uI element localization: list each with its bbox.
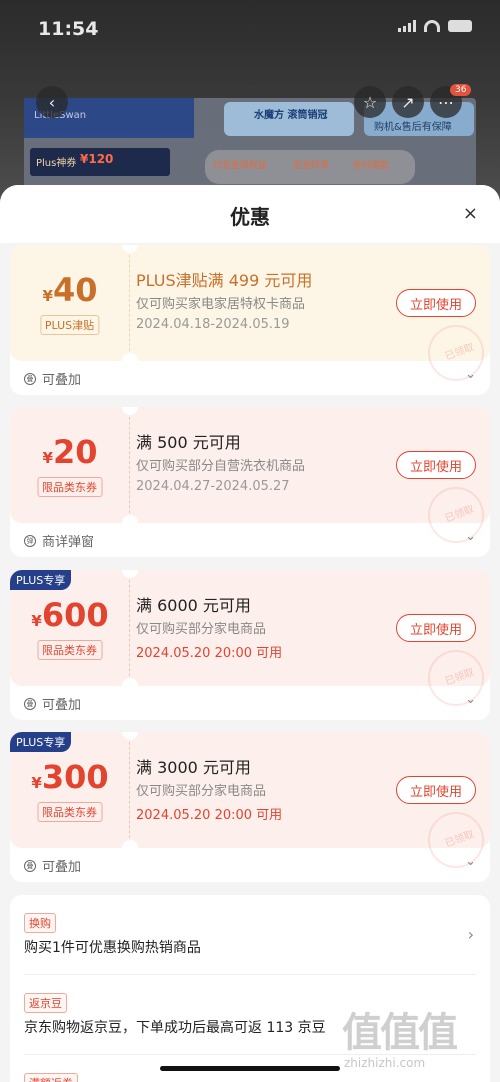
coupon-validity: 2024.04.27-2024.05.27 [136, 479, 290, 494]
coupon-value-area: ¥20 限品类东券 [10, 407, 130, 523]
chevron-right-icon: › [467, 925, 474, 944]
promo-description: 京东购物返京豆，下单成功后最高可返 113 京豆 [24, 1020, 326, 1036]
coupon-amount: ¥300 [31, 758, 109, 796]
stackable-icon: 叠 [24, 698, 36, 710]
promo-chip: 水魔方 滚筒销冠 [224, 102, 354, 136]
plus-exclusive-badge: PLUS专享 [10, 732, 72, 752]
promo-tag: 换购 [24, 913, 56, 933]
use-now-button[interactable]: 立即使用 [396, 614, 476, 642]
watermark-logo: 值值值 [342, 1010, 458, 1056]
status-icons [398, 20, 472, 32]
coupon-body: ¥40 PLUS津贴 PLUS津贴满 499 元可用 仅可购买家电家居特权卡商品… [10, 245, 490, 381]
promotions-sheet: 优惠 × ¥40 PLUS津贴 PLUS津贴满 499 元可用 仅可购买家电家居… [0, 185, 500, 1082]
coupon-body: ¥600 限品类东券 PLUS专享 满 6000 元可用 仅可购买部分家电商品 … [10, 570, 490, 706]
wifi-icon [424, 20, 440, 32]
watermark-url: zhizhizhi.com [344, 1056, 426, 1070]
sheet-title: 优惠 [230, 205, 270, 229]
home-indicator[interactable] [160, 1066, 340, 1071]
signal-icon [398, 20, 416, 32]
coupon-footer[interactable]: 叠 可叠加 ⌄ [10, 848, 490, 882]
coupon-validity: 2024.05.20 20:00 可用 [136, 646, 283, 661]
coupon-type-tag: 限品类东券 [37, 802, 102, 822]
coupon-body: ¥20 限品类东券 满 500 元可用 仅可购买部分自营洗衣机商品 2024.0… [10, 407, 490, 543]
chevron-left-icon: ‹ [48, 92, 56, 112]
coupon-footer[interactable]: 叠 可叠加 ⌄ [10, 686, 490, 720]
coupon-validity: 2024.05.20 20:00 可用 [136, 808, 283, 823]
close-button[interactable]: × [463, 203, 478, 224]
coupon-amount: ¥40 [42, 271, 98, 309]
coupon-body: ¥300 限品类东券 PLUS专享 满 3000 元可用 仅可购买部分家电商品 … [10, 732, 490, 868]
stackable-icon: 叠 [24, 373, 36, 385]
use-now-button[interactable]: 立即使用 [396, 289, 476, 317]
coupon-footer-label: 可叠加 [42, 698, 82, 713]
chevron-down-icon: ⌄ [465, 854, 476, 869]
coupon-scope: 仅可购买家电家居特权卡商品 [136, 297, 306, 312]
coupon-title: PLUS津贴满 499 元可用 [136, 271, 313, 290]
coupon-footer-label: 可叠加 [42, 373, 82, 388]
share-button[interactable]: ↗ [392, 86, 424, 118]
use-now-button[interactable]: 立即使用 [396, 451, 476, 479]
presale-timeline: 付定金锁权益 定金结束 抢付尾款 [205, 150, 415, 184]
promo-row-trade-in[interactable]: 换购 购买1件可优惠换购热销商品 › [10, 895, 490, 975]
coupon-amount: ¥20 [42, 433, 98, 471]
coupon-footer-label: 商详弹窗 [42, 535, 95, 550]
coupon-title: 满 6000 元可用 [136, 596, 251, 615]
chevron-down-icon: ⌄ [465, 692, 476, 707]
coupon-scope: 仅可购买部分家电商品 [136, 784, 267, 799]
coupon-card: ¥40 PLUS津贴 PLUS津贴满 499 元可用 仅可购买家电家居特权卡商品… [10, 245, 490, 395]
coupon-card: ¥600 限品类东券 PLUS专享 满 6000 元可用 仅可购买部分家电商品 … [10, 570, 490, 720]
coupon-type-tag: 限品类东券 [37, 477, 102, 497]
coupon-title: 满 500 元可用 [136, 433, 241, 452]
back-button[interactable]: ‹ [36, 86, 68, 118]
coupon-card: ¥20 限品类东券 满 500 元可用 仅可购买部分自营洗衣机商品 2024.0… [10, 407, 490, 557]
favorite-button[interactable]: ☆ [354, 86, 386, 118]
sheet-header: 优惠 × [0, 185, 500, 243]
coupon-type-tag: 限品类东券 [37, 640, 102, 660]
coupon-scope: 仅可购买部分自营洗衣机商品 [136, 459, 306, 474]
coupon-type-tag: PLUS津贴 [39, 315, 100, 335]
coupon-title: 满 3000 元可用 [136, 758, 251, 777]
plus-coupon-strip: Plus神券 ¥120 [30, 148, 170, 176]
status-time: 11:54 [38, 18, 99, 40]
chevron-down-icon: ⌄ [465, 529, 476, 544]
promo-tag: 满额返券 [24, 1073, 78, 1082]
coupon-value-area: ¥40 PLUS津贴 [10, 245, 130, 361]
star-icon: ☆ [362, 92, 378, 112]
watermark: 值值值 zhizhizhi.com [342, 1000, 492, 1080]
status-bar: 11:54 [0, 0, 500, 44]
chevron-down-icon: ⌄ [465, 367, 476, 382]
popup-icon: 弹 [24, 535, 36, 547]
coupon-footer-label: 可叠加 [42, 860, 82, 875]
coupon-validity: 2024.04.18-2024.05.19 [136, 317, 290, 332]
coupon-amount: ¥600 [31, 596, 109, 634]
more-icon: ⋯ [438, 92, 454, 112]
coupon-footer[interactable]: 叠 可叠加 ⌄ [10, 361, 490, 395]
message-count-badge: 36 [450, 84, 472, 96]
coupon-card: ¥300 限品类东券 PLUS专享 满 3000 元可用 仅可购买部分家电商品 … [10, 732, 490, 882]
stackable-icon: 叠 [24, 860, 36, 872]
coupon-scope: 仅可购买部分家电商品 [136, 622, 267, 637]
use-now-button[interactable]: 立即使用 [396, 776, 476, 804]
promo-tag: 返京豆 [24, 993, 67, 1013]
battery-icon [448, 20, 472, 32]
plus-exclusive-badge: PLUS专享 [10, 570, 72, 590]
promo-description: 购买1件可优惠换购热销商品 [24, 940, 201, 956]
coupon-footer[interactable]: 弹 商详弹窗 ⌄ [10, 523, 490, 557]
share-icon: ↗ [401, 92, 415, 112]
